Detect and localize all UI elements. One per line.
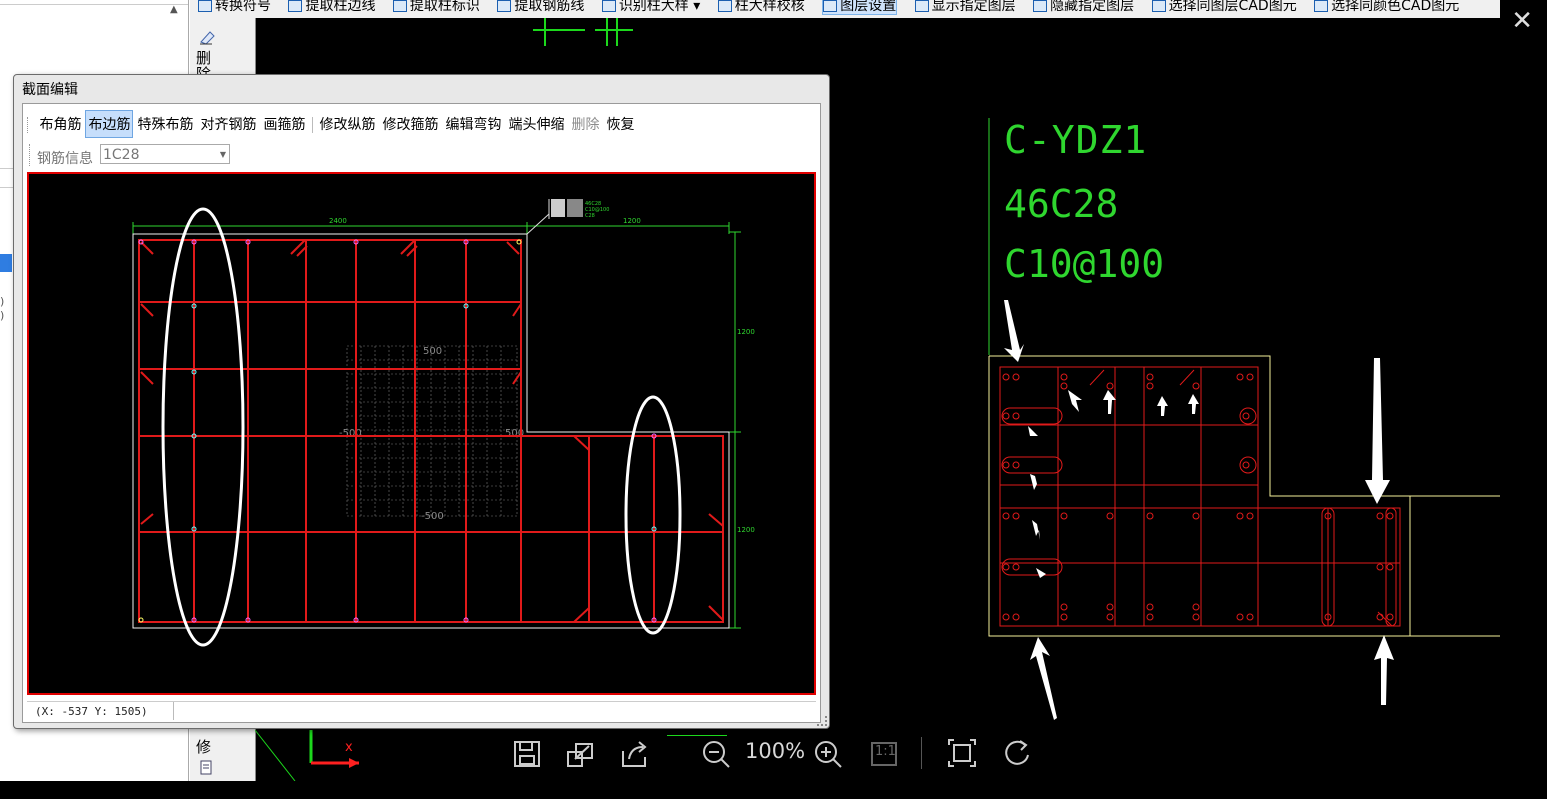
toolbar-separator: [921, 737, 922, 769]
fit-screen-icon[interactable]: [945, 735, 979, 771]
identify-column-detail-button[interactable]: 识别柱大样 ▾: [601, 0, 700, 14]
grid-label-bottom: -500: [421, 511, 444, 522]
cad-icon: [914, 0, 929, 12]
stretch-label[interactable]: 拉: [196, 778, 211, 799]
dim-top-right: 1200: [623, 217, 641, 225]
cad-detail-view: C-YDZ1 46C28 C10@100: [960, 100, 1540, 740]
dialog-title: 截面编辑: [22, 82, 78, 98]
rebar-info-select[interactable]: 1C28 ▼: [100, 144, 230, 164]
stirrup-hooks: [140, 239, 724, 623]
select-same-layer-button[interactable]: 选择同图层CAD图元: [1151, 0, 1297, 14]
chevron-down-icon[interactable]: ▼: [220, 145, 226, 165]
svg-text:x: x: [345, 740, 353, 755]
special-rebar-button[interactable]: 特殊布筋: [134, 110, 196, 138]
grid-label-top: 500: [423, 346, 442, 357]
convert-symbol-button[interactable]: 转换符号: [198, 0, 271, 14]
close-icon[interactable]: ✕: [1511, 8, 1533, 34]
zoom-in-icon[interactable]: [811, 735, 845, 771]
column-name-label: C-YDZ1: [1004, 118, 1148, 162]
cad-icon: [1033, 0, 1048, 12]
dialog-body: 布角筋 布边筋 特殊布筋 对齐钢筋 画箍筋 修改纵筋 修改箍筋 编辑弯钩 端头伸缩 删除 恢复 钢筋…: [22, 103, 821, 723]
cad-icon: [1314, 0, 1329, 12]
select-same-color-button[interactable]: 选择同颜色CAD图元: [1314, 0, 1459, 14]
end-extend-button[interactable]: 端头伸缩: [505, 110, 567, 138]
svg-text:C28: C28: [585, 213, 595, 219]
section-edit-dialog: 截面编辑 布角筋 布边筋 特殊布筋 对齐钢筋 画箍筋 修改纵筋 修改箍筋 编辑弯钩 端头伸缩 删除…: [13, 74, 830, 729]
check-icon: [717, 0, 732, 12]
toolbar-grip: [27, 117, 29, 133]
save-icon[interactable]: [509, 735, 543, 771]
rebar-info-value: 1C28: [103, 147, 140, 163]
window-expand-icon[interactable]: [563, 735, 597, 771]
section-canvas[interactable]: 2400 1200 1200 1200 46C28 C10@100 C28 50…: [27, 172, 816, 695]
show-layer-button[interactable]: 显示指定图层: [914, 0, 1016, 14]
extract-mark-icon: [392, 0, 407, 12]
corner-rebar-button[interactable]: 布角筋: [36, 110, 84, 138]
resize-grip[interactable]: [817, 716, 827, 726]
stretch-icon[interactable]: [198, 760, 214, 776]
modify-longitudinal-button[interactable]: 修改纵筋: [316, 110, 378, 138]
actual-size-label: 1:1: [875, 744, 896, 759]
actual-size-icon[interactable]: 1:1: [867, 735, 901, 771]
restore-button[interactable]: 恢复: [603, 110, 637, 138]
status-divider: [173, 702, 174, 720]
modify-stirrup-button[interactable]: 修改箍筋: [379, 110, 441, 138]
draw-stirrup-button[interactable]: 画箍筋: [260, 110, 308, 138]
toolbar-grip-2: [29, 144, 30, 166]
longitudinal-rebar-label: 46C28: [1004, 182, 1119, 226]
reference-grid: [346, 345, 518, 517]
edit-hook-button[interactable]: 编辑弯钩: [442, 110, 504, 138]
cursor-coordinates: (X: -537 Y: 1505): [35, 705, 148, 718]
section-drawing[interactable]: 2400 1200 1200 1200 46C28 C10@100 C28 50…: [29, 174, 814, 693]
dialog-toolbar: 布角筋 布边筋 特殊布筋 对齐钢筋 画箍筋 修改纵筋 修改箍筋 编辑弯钩 端头伸缩 删除 恢复: [27, 110, 638, 140]
share-icon[interactable]: [617, 735, 651, 771]
convert-icon: [198, 0, 212, 12]
rebar-info-label: 钢筋信息: [37, 151, 93, 167]
eraser-icon[interactable]: [198, 28, 216, 46]
extract-column-edge-button[interactable]: 提取柱边线: [288, 0, 375, 14]
stirrup-label: C10@100: [1004, 242, 1165, 286]
rotate-icon[interactable]: [1001, 735, 1035, 771]
dim-right-lower: 1200: [737, 526, 755, 534]
layer-icon: [823, 0, 838, 12]
cad-icon: [1151, 0, 1166, 12]
leader-annotation: 46C28 C10@100 C28: [548, 199, 609, 219]
align-rebar-button[interactable]: 对齐钢筋: [197, 110, 259, 138]
delete-button[interactable]: 删除: [568, 110, 602, 138]
column-detail-check-button[interactable]: 柱大样校核: [717, 0, 805, 14]
grid-label-left: -500: [339, 428, 362, 439]
dim-right-upper: 1200: [737, 328, 755, 336]
left-list-selected-row[interactable]: [0, 254, 12, 272]
left-list-paren: )): [0, 295, 5, 322]
dim-top-left: 2400: [329, 217, 347, 225]
zoom-out-icon[interactable]: [699, 735, 733, 771]
status-bar: (X: -537 Y: 1505): [27, 701, 816, 720]
extract-edge-icon: [288, 0, 303, 12]
layer-settings-button[interactable]: 图层设置: [822, 0, 898, 15]
top-toolbar: 转换符号 提取柱边线 提取柱标识 提取钢筋线 识别柱大样 ▾ 柱大样校核 图层设…: [190, 0, 1500, 18]
scroll-up-icon[interactable]: ▲: [170, 4, 186, 20]
extract-column-mark-button[interactable]: 提取柱标识: [392, 0, 480, 14]
hide-layer-button[interactable]: 隐藏指定图层: [1033, 0, 1134, 14]
left-list-row[interactable]: [0, 168, 14, 188]
rebar-points: [138, 239, 657, 623]
annotation-arrows: [1004, 300, 1394, 720]
toolbar-separator: [312, 117, 314, 133]
left-panel-divider: [0, 4, 188, 5]
edge-rebar-button[interactable]: 布边筋: [85, 110, 134, 138]
highlight-ellipse-left: [161, 207, 245, 647]
extract-rebar-line-button[interactable]: 提取钢筋线: [497, 0, 584, 14]
zoom-level: 100%: [745, 739, 806, 763]
modify-label[interactable]: 修: [196, 736, 211, 757]
viewer-toolbar: 100% 1:1: [505, 735, 1045, 775]
extract-rebar-icon: [497, 0, 512, 12]
identify-icon: [601, 0, 616, 12]
